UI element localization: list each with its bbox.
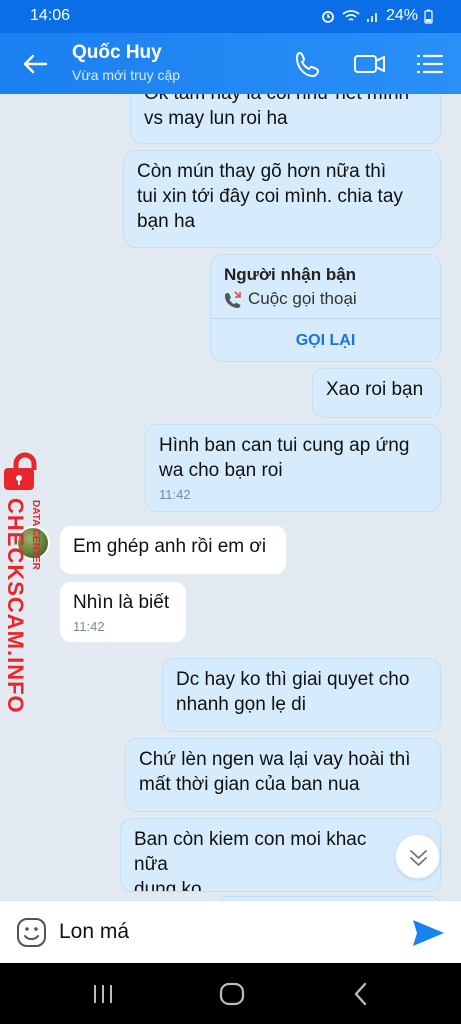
phone-icon[interactable] [292, 49, 324, 79]
message-input[interactable]: Lon má [59, 920, 129, 944]
call-card-title: Người nhận bận [224, 265, 357, 284]
message-bubble[interactable]: Em ghép anh rồi em ơi [59, 525, 287, 575]
composer: Lon má [0, 900, 461, 963]
send-icon[interactable] [410, 915, 446, 951]
call-card-type: Cuộc gọi thoại [248, 289, 357, 308]
message-text: Ok tâm hay là coi như hết mình vs may lu… [144, 94, 409, 129]
message-bubble[interactable]: Nhìn là biết 11:42 [59, 581, 187, 643]
message-text: Xao roi bạn [326, 379, 424, 400]
watermark-sub: DATA CENTER [30, 500, 41, 570]
message-bubble[interactable]: Hình ban can tui cung ap ứng wa cho bạn … [145, 424, 441, 512]
message-text: Hình ban can tui cung ap ứng wa cho bạn … [159, 435, 410, 481]
message-bubble[interactable]: Còn mún thay gõ hơn nữa thì tui xin tới … [123, 150, 441, 248]
lock-icon [4, 452, 37, 490]
contact-name[interactable]: Quốc Huy [72, 42, 162, 64]
status-bar: 14:06 24% [0, 0, 461, 33]
recent-apps-icon[interactable] [88, 979, 118, 1009]
message-text: Ban còn kiem con moi khac nữa dung ko [134, 829, 367, 892]
battery-percent: 24% [385, 7, 418, 24]
status-icons: 24% [320, 7, 433, 25]
message-text: Còn mún thay gõ hơn nữa thì tui xin tới … [137, 161, 403, 232]
message-text: Nhìn là biết [73, 592, 170, 613]
message-bubble[interactable]: Chứ lèn ngen wa lại vay hoài thì mất thờ… [125, 738, 441, 812]
presence-status: Vừa mới truy cập [72, 67, 181, 83]
signal-icon [366, 13, 377, 22]
message-list[interactable]: Ok tâm hay là coi như hết mình vs may lu… [0, 94, 461, 900]
message-bubble[interactable]: Ok tâm hay là coi như hết mình vs may lu… [130, 94, 441, 144]
chat-header: Quốc Huy Vừa mới truy cập [0, 33, 461, 94]
scroll-down-button[interactable] [395, 834, 440, 879]
watermark-text: CHECKSCAM.INFO [3, 498, 28, 714]
missed-call-icon [225, 291, 241, 308]
message-time: 11:42 [73, 619, 105, 634]
menu-list-icon[interactable] [414, 49, 446, 79]
wifi-icon [342, 10, 360, 21]
scroll-down-icon [410, 850, 427, 866]
battery-icon [424, 9, 433, 24]
emoji-icon[interactable] [16, 917, 47, 948]
message-text: Em ghép anh rồi em ơi [73, 536, 267, 557]
message-time: 11:42 [159, 487, 191, 502]
system-nav-bar [0, 963, 461, 1024]
back-arrow-icon[interactable] [20, 49, 50, 79]
call-card-subtitle: Cuộc gọi thoại [224, 289, 357, 309]
call-card: Người nhận bận Cuộc gọi thoại GỌI LẠI [210, 254, 441, 362]
message-text: Dc hay ko thì giai quyet cho nhanh gọn l… [176, 669, 410, 715]
message-bubble[interactable]: Ban còn kiem con moi khac nữa dung ko [120, 818, 441, 892]
message-text: Chứ lèn ngen wa lại vay hoài thì mất thờ… [139, 749, 411, 795]
call-back-button[interactable]: GỌI LẠI [211, 319, 440, 362]
back-nav-icon[interactable] [346, 979, 376, 1009]
home-icon[interactable] [217, 979, 247, 1009]
video-call-icon[interactable] [353, 49, 387, 79]
status-time: 14:06 [30, 7, 71, 24]
watermark: CHECKSCAM.INFO DATA CENTER [2, 452, 52, 714]
message-bubble[interactable]: Xao roi bạn [312, 368, 441, 418]
message-bubble[interactable]: Dc hay ko thì giai quyet cho nhanh gọn l… [162, 658, 441, 732]
alarm-icon [322, 11, 334, 23]
